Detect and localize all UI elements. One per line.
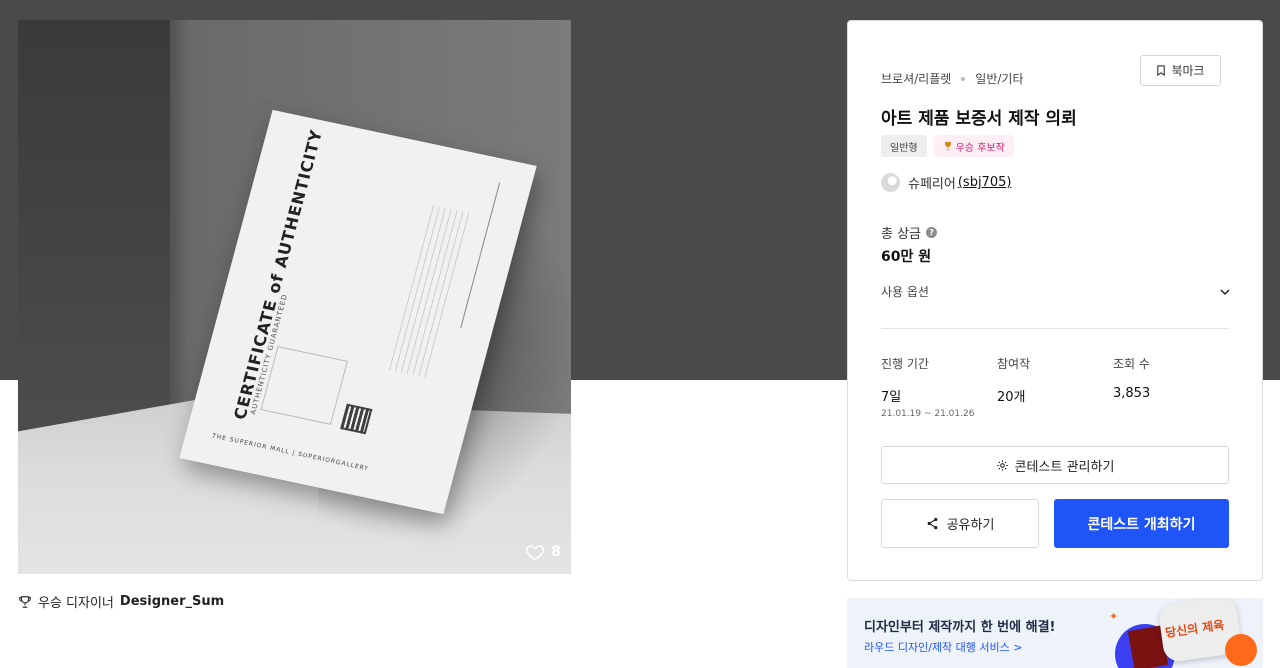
banner-title: 디자인부터 제작까지 한 번에 해결!	[864, 620, 1056, 635]
stat-duration-label: 진행 기간	[881, 357, 929, 371]
share-label: 공유하기	[946, 518, 995, 533]
certificate-footer: THE SUPERIOR MALL | SUPERIORGALLERY	[211, 432, 370, 473]
stat-duration: 진행 기간 7일 21.01.19 ~ 21.01.26	[881, 355, 997, 419]
divider	[881, 328, 1229, 329]
gear-icon	[996, 459, 1008, 471]
share-button[interactable]: 공유하기	[881, 499, 1039, 548]
banner-link[interactable]: 라우드 디자인/제작 대행 서비스 >	[864, 639, 1022, 655]
manage-contest-button[interactable]: 콘테스트 관리하기	[881, 446, 1229, 484]
prize-value: 60만 원	[881, 249, 932, 265]
host-contest-button[interactable]: 콘테스트 개최하기	[1054, 499, 1229, 548]
share-icon	[927, 517, 937, 530]
prize-label: 총 상금 ?	[881, 223, 938, 242]
stat-entries: 참여작 20개	[997, 355, 1113, 419]
like-button[interactable]: 8	[525, 542, 561, 562]
manage-contest-label: 콘테스트 관리하기	[1014, 459, 1115, 475]
bookmark-label: 북마크	[1171, 64, 1205, 78]
tag-type: 일반형	[881, 135, 927, 157]
contest-title: 아트 제품 보증서 제작 의뢰	[881, 109, 1077, 129]
stat-duration-value: 7일	[881, 390, 902, 405]
heart-icon	[526, 545, 545, 561]
spark-icon: ✦	[1109, 610, 1119, 623]
designer-prefix: 우승 디자이너	[38, 596, 114, 611]
floating-chat-button[interactable]	[1225, 634, 1257, 666]
certificate-verify-line	[460, 182, 501, 328]
tag-candidate: 우승 후보작	[933, 135, 1014, 157]
stat-views-value: 3,853	[1113, 386, 1151, 401]
contest-tags: 일반형 우승 후보작	[881, 135, 1014, 157]
breadcrumb-subcategory[interactable]: 일반/기타	[975, 70, 1023, 87]
stat-views-label: 조회 수	[1113, 357, 1150, 371]
breadcrumb: 브로셔/리플렛 일반/기타	[881, 70, 1024, 87]
image-wall-shadow	[18, 20, 170, 440]
stat-duration-range: 21.01.19 ~ 21.01.26	[881, 409, 975, 419]
winning-designer: 우승 디자이너 Designer_Sum	[18, 592, 224, 611]
trophy-icon	[19, 595, 31, 608]
breadcrumb-separator	[961, 76, 966, 81]
designer-name[interactable]: Designer_Sum	[120, 594, 224, 609]
breadcrumb-category[interactable]: 브로셔/리플렛	[881, 70, 951, 87]
author-handle[interactable]: (sbj705)	[958, 175, 1012, 190]
tag-candidate-label: 우승 후보작	[955, 142, 1005, 154]
prize-label-text: 총 상금	[881, 227, 922, 242]
bookmark-icon	[1157, 65, 1166, 76]
contest-main-image[interactable]: CERTIFICATE of AUTHENTICITY AUTHENTICITY…	[18, 20, 571, 574]
chevron-down-icon	[1220, 288, 1230, 295]
contest-info-panel: 브로셔/리플렛 일반/기타 북마크 아트 제품 보증서 제작 의뢰 일반형 우승…	[847, 20, 1263, 581]
trophy-icon	[944, 141, 951, 151]
usage-options-toggle[interactable]: 사용 옵션	[881, 283, 1231, 300]
help-icon[interactable]: ?	[926, 227, 938, 238]
author-name: 슈페리어	[908, 177, 956, 192]
like-count: 8	[551, 544, 561, 560]
avatar	[881, 173, 900, 192]
service-banner[interactable]: 디자인부터 제작까지 한 번에 해결! 라우드 디자인/제작 대행 서비스 > …	[847, 598, 1263, 668]
tag-type-label: 일반형	[890, 142, 918, 154]
contest-stats: 진행 기간 7일 21.01.19 ~ 21.01.26 참여작 20개 조회 …	[881, 355, 1231, 419]
certificate-stamp-box	[260, 346, 348, 425]
certificate-body-text	[389, 205, 473, 379]
stat-views: 조회 수 3,853	[1113, 355, 1229, 419]
bookmark-button[interactable]: 북마크	[1140, 55, 1221, 86]
usage-options-label: 사용 옵션	[881, 285, 929, 299]
qr-code	[340, 403, 373, 435]
contest-author[interactable]: 슈페리어 (sbj705)	[881, 173, 1011, 192]
stat-entries-label: 참여작	[997, 357, 1031, 371]
stat-entries-value: 20개	[997, 390, 1026, 405]
